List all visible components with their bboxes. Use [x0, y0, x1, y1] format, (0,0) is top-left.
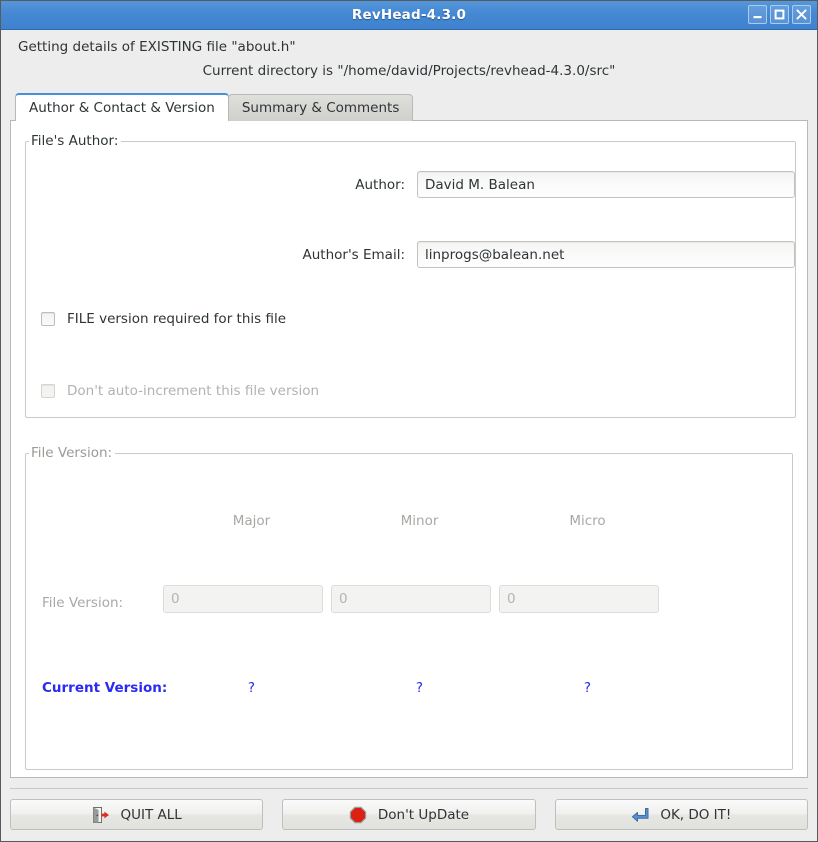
maximize-button[interactable] [770, 5, 789, 24]
directory-line: Current directory is "/home/david/Projec… [202, 63, 616, 79]
no-auto-increment-checkbox-row: Don't auto-increment this file version [41, 383, 795, 399]
file-version-minor-input: 0 [331, 585, 491, 613]
ok-do-it-label: OK, DO IT! [660, 806, 732, 823]
application-window: RevHead-4.3.0 Getting details of EXISTIN… [0, 0, 818, 842]
author-input[interactable]: David M. Balean [417, 171, 795, 198]
file-version-required-checkbox[interactable] [41, 312, 55, 326]
exit-door-icon [92, 806, 110, 824]
quit-all-button[interactable]: QUIT ALL [10, 799, 264, 830]
stop-sign-icon [349, 806, 367, 824]
action-bar: QUIT ALL Don't UpDate OK, DO IT! [10, 788, 808, 841]
file-version-major-input: 0 [163, 585, 323, 613]
window-controls [748, 5, 811, 24]
notebook: Author & Contact & Version Summary & Com… [10, 93, 808, 778]
author-email-input[interactable]: linprogs@balean.net [417, 241, 795, 268]
no-auto-increment-label: Don't auto-increment this file version [67, 383, 320, 399]
file-author-group: File's Author: Author: David M. Balean A… [25, 133, 796, 418]
file-version-required-checkbox-row[interactable]: FILE version required for this file [41, 311, 795, 327]
title-bar[interactable]: RevHead-4.3.0 [1, 1, 817, 30]
current-version-label: Current Version: [42, 680, 168, 696]
file-version-row-label: File Version: [42, 595, 124, 611]
minimize-button[interactable] [748, 5, 767, 24]
tab-author-contact-version[interactable]: Author & Contact & Version [15, 93, 229, 121]
close-button[interactable] [792, 5, 811, 24]
maximize-icon [773, 8, 786, 21]
current-version-major: ? [247, 680, 256, 696]
tab-panel-author: File's Author: Author: David M. Balean A… [10, 120, 808, 778]
file-version-required-label: FILE version required for this file [67, 311, 287, 327]
tab-label: Summary & Comments [241, 100, 400, 116]
author-email-label: Author's Email: [302, 246, 406, 263]
column-header-major: Major [232, 513, 271, 529]
close-icon [795, 8, 808, 21]
minimize-icon [751, 8, 764, 21]
file-version-group: File Version: Major Minor Micro File Ver… [25, 445, 793, 770]
quit-all-label: QUIT ALL [120, 806, 182, 823]
column-header-minor: Minor [400, 513, 439, 529]
author-label: Author: [355, 176, 405, 193]
dont-update-button[interactable]: Don't UpDate [282, 799, 536, 830]
tab-summary-comments[interactable]: Summary & Comments [227, 94, 414, 121]
file-version-legend: File Version: [31, 445, 113, 461]
column-header-micro: Micro [569, 513, 606, 529]
no-auto-increment-checkbox [41, 384, 55, 398]
tab-strip: Author & Contact & Version Summary & Com… [10, 93, 808, 121]
tab-label: Author & Contact & Version [29, 100, 215, 116]
enter-arrow-icon [631, 806, 649, 824]
status-line: Getting details of EXISTING file "about.… [18, 39, 296, 55]
file-version-micro-input: 0 [499, 585, 659, 613]
window-title: RevHead-4.3.0 [351, 7, 467, 23]
current-version-minor: ? [415, 680, 424, 696]
file-author-legend: File's Author: [31, 133, 119, 149]
ok-do-it-button[interactable]: OK, DO IT! [554, 799, 808, 830]
current-version-micro: ? [583, 680, 592, 696]
dont-update-label: Don't UpDate [377, 806, 470, 823]
